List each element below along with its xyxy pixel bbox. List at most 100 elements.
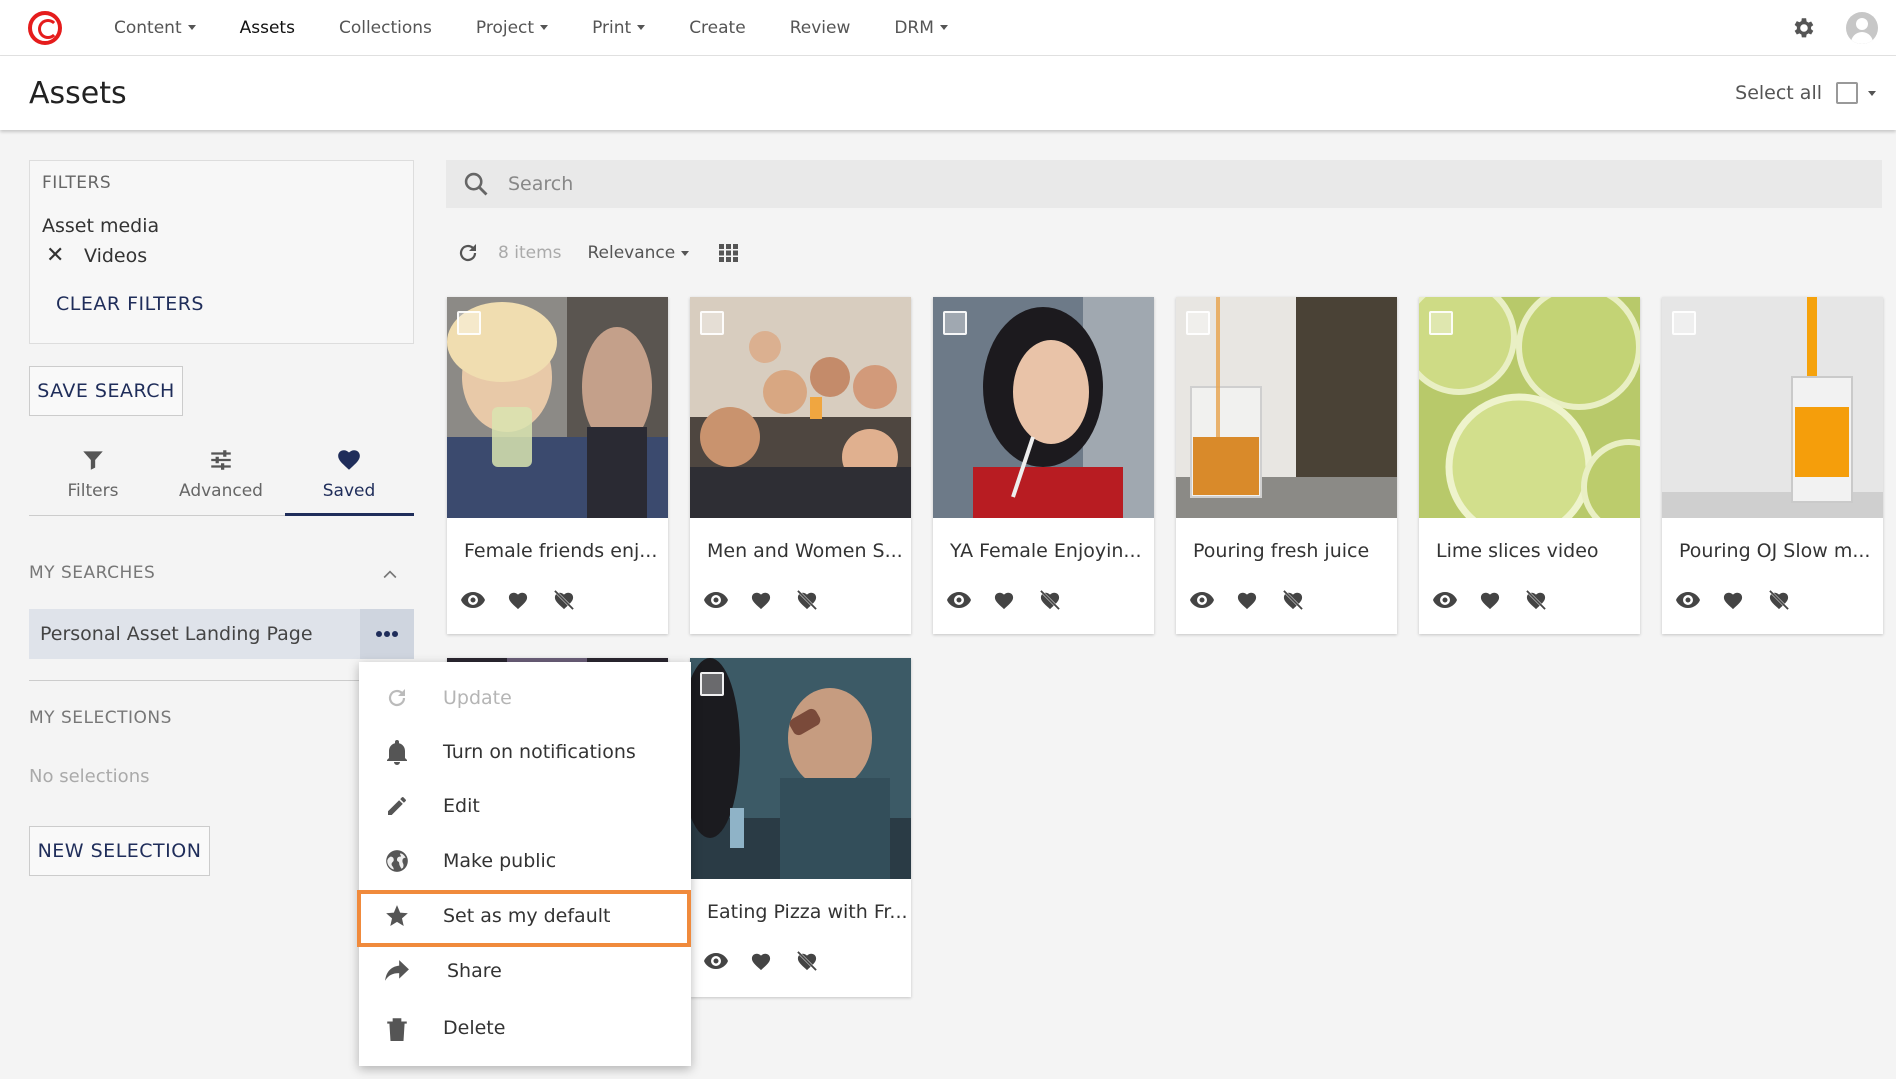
heart-icon[interactable] — [1236, 587, 1282, 613]
refresh-icon[interactable] — [456, 241, 480, 265]
asset-card[interactable]: Eating Pizza with Fr... — [690, 658, 911, 997]
brand-logo-icon[interactable] — [28, 10, 62, 45]
heart-broken-icon[interactable] — [553, 587, 599, 613]
clear-filters-button[interactable]: CLEAR FILTERS — [56, 293, 204, 315]
caret-down-icon — [187, 25, 196, 30]
asset-checkbox[interactable] — [1429, 311, 1453, 335]
menu-item-edit[interactable]: Edit — [359, 780, 691, 832]
menu-item-set-default[interactable]: Set as my default — [359, 890, 691, 942]
nav-review[interactable]: Review — [768, 0, 873, 56]
heart-broken-icon[interactable] — [1525, 587, 1571, 613]
menu-item-notifications[interactable]: Turn on notifications — [359, 726, 691, 778]
asset-actions — [947, 587, 1085, 613]
asset-actions — [704, 587, 842, 613]
tab-advanced[interactable]: Advanced — [157, 440, 285, 515]
asset-card[interactable]: YA Female Enjoyin... — [933, 297, 1154, 634]
asset-title: Female friends enj... — [464, 540, 658, 562]
asset-title: Eating Pizza with Fr... — [707, 901, 908, 923]
heart-icon[interactable] — [750, 948, 796, 974]
asset-thumbnail[interactable] — [690, 658, 911, 879]
caret-down-icon — [681, 250, 690, 256]
heart-broken-icon[interactable] — [796, 948, 842, 974]
sort-dropdown[interactable]: Relevance — [587, 243, 690, 263]
asset-title: Pouring fresh juice — [1193, 540, 1370, 562]
asset-card[interactable]: Men and Women S... — [690, 297, 911, 634]
eye-icon[interactable] — [704, 948, 750, 974]
funnel-icon — [83, 451, 103, 470]
save-search-button[interactable]: SAVE SEARCH — [29, 366, 183, 416]
asset-thumbnail[interactable] — [933, 297, 1154, 518]
caret-down-icon[interactable] — [1868, 90, 1876, 96]
select-all[interactable]: Select all — [1735, 56, 1876, 130]
heart-icon[interactable] — [507, 587, 553, 613]
nav-print[interactable]: Print — [570, 0, 667, 56]
no-selections-text: No selections — [29, 766, 150, 787]
asset-actions — [1676, 587, 1814, 613]
active-filter: ✕ Videos — [42, 245, 147, 268]
heart-icon[interactable] — [993, 587, 1039, 613]
eye-icon[interactable] — [704, 587, 750, 613]
caret-down-icon — [637, 25, 646, 30]
saved-search-label: Personal Asset Landing Page — [40, 623, 313, 645]
refresh-icon — [381, 686, 413, 710]
menu-item-share[interactable]: Share — [359, 945, 691, 997]
my-searches-heading: MY SEARCHES — [29, 563, 156, 583]
asset-checkbox[interactable] — [457, 311, 481, 335]
asset-card[interactable]: Pouring fresh juice — [1176, 297, 1397, 634]
asset-thumbnail[interactable] — [447, 297, 668, 518]
nav-links: Content Assets Collections Project Print… — [92, 0, 970, 56]
grid-view-icon[interactable] — [719, 244, 739, 262]
heart-icon[interactable] — [750, 587, 796, 613]
saved-search-item[interactable]: Personal Asset Landing Page — [29, 609, 414, 659]
heart-icon[interactable] — [1479, 587, 1525, 613]
search-input[interactable] — [508, 173, 1808, 195]
globe-icon — [381, 848, 413, 874]
my-selections-heading: MY SELECTIONS — [29, 708, 172, 728]
more-options-button[interactable] — [360, 609, 414, 659]
nav-assets[interactable]: Assets — [218, 0, 317, 56]
asset-checkbox[interactable] — [1186, 311, 1210, 335]
nav-drm[interactable]: DRM — [872, 0, 970, 56]
eye-icon[interactable] — [1190, 587, 1236, 613]
heart-icon[interactable] — [1722, 587, 1768, 613]
asset-thumbnail[interactable] — [1419, 297, 1640, 518]
asset-checkbox[interactable] — [1672, 311, 1696, 335]
user-avatar[interactable] — [1846, 12, 1878, 44]
nav-content[interactable]: Content — [92, 0, 218, 56]
asset-thumbnail[interactable] — [1176, 297, 1397, 518]
heart-broken-icon[interactable] — [1768, 587, 1814, 613]
menu-item-delete[interactable]: Delete — [359, 1002, 691, 1054]
tab-filters[interactable]: Filters — [29, 440, 157, 515]
eye-icon[interactable] — [1433, 587, 1479, 613]
eye-icon[interactable] — [461, 587, 507, 613]
tab-saved[interactable]: Saved — [285, 440, 414, 516]
select-all-checkbox[interactable] — [1836, 82, 1858, 104]
saved-search-context-menu: Update Turn on notifications Edit Make p… — [359, 662, 691, 1066]
asset-card[interactable]: Female friends enj... — [447, 297, 668, 634]
asset-thumbnail[interactable] — [1662, 297, 1883, 518]
menu-item-make-public[interactable]: Make public — [359, 835, 691, 887]
heart-broken-icon[interactable] — [1282, 587, 1328, 613]
heart-broken-icon[interactable] — [1039, 587, 1085, 613]
new-selection-button[interactable]: NEW SELECTION — [29, 826, 210, 876]
asset-actions — [461, 587, 599, 613]
nav-collections[interactable]: Collections — [317, 0, 454, 56]
heart-broken-icon[interactable] — [796, 587, 842, 613]
star-icon — [381, 903, 413, 929]
asset-checkbox[interactable] — [943, 311, 967, 335]
asset-checkbox[interactable] — [700, 311, 724, 335]
search-icon — [464, 172, 488, 196]
asset-thumbnail[interactable] — [690, 297, 911, 518]
eye-icon[interactable] — [947, 587, 993, 613]
chevron-up-icon[interactable] — [380, 565, 400, 585]
close-icon[interactable]: ✕ — [46, 245, 72, 267]
eye-icon[interactable] — [1676, 587, 1722, 613]
asset-checkbox[interactable] — [700, 672, 724, 696]
filters-heading: FILTERS — [42, 173, 112, 193]
asset-card[interactable]: Lime slices video — [1419, 297, 1640, 634]
nav-create[interactable]: Create — [667, 0, 768, 56]
asset-card[interactable]: Pouring OJ Slow m... — [1662, 297, 1883, 634]
gear-icon[interactable] — [1790, 15, 1816, 41]
trash-icon — [381, 1015, 413, 1041]
nav-project[interactable]: Project — [454, 0, 570, 56]
